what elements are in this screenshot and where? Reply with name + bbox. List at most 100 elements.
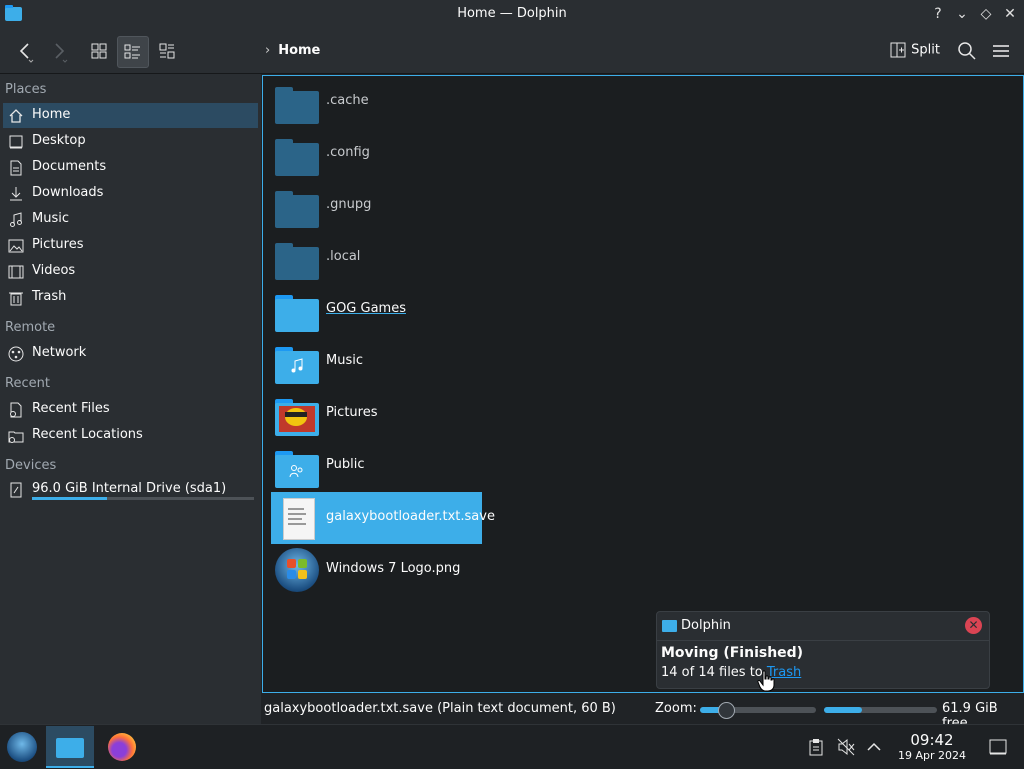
split-label: Split [911, 42, 940, 58]
split-icon [890, 42, 906, 58]
places-panel: Places Home Desktop Documents Downloads … [0, 74, 261, 724]
folder-icon [275, 132, 319, 176]
sidebar-item-documents[interactable]: Documents [3, 155, 258, 180]
file-view[interactable]: .cache .config .gnupg .local GOG Games M… [262, 75, 1024, 693]
sidebar-item-trash[interactable]: Trash [3, 285, 258, 310]
file-name: Pictures [326, 405, 378, 420]
chevron-up-icon[interactable] [866, 740, 882, 754]
notification-popup[interactable]: Dolphin ✕ Moving (Finished) 14 of 14 fil… [656, 611, 990, 692]
sidebar-item-recent-files[interactable]: Recent Files [3, 397, 258, 422]
window-title: Home — Dolphin [457, 6, 567, 21]
search-button[interactable] [952, 36, 982, 66]
file-item-selected[interactable]: galaxybootloader.txt.save [271, 492, 495, 544]
sidebar-item-recent-locations[interactable]: Recent Locations [3, 423, 258, 448]
sidebar-item-downloads[interactable]: Downloads [3, 181, 258, 206]
show-desktop-icon[interactable] [989, 738, 1007, 756]
sidebar-item-label: Videos [32, 263, 76, 278]
notification-body: 14 of 14 files to Trash [661, 665, 801, 680]
windows-logo-image-icon [275, 548, 319, 592]
search-icon [958, 42, 976, 60]
videos-icon [8, 265, 24, 279]
file-name: Music [326, 353, 363, 368]
sidebar-item-videos[interactable]: Videos [3, 259, 258, 284]
icons-view-button[interactable] [84, 36, 114, 66]
sidebar-item-label: Music [32, 211, 69, 226]
network-icon [8, 346, 24, 362]
split-button[interactable]: Split [889, 41, 940, 59]
sidebar-item-label: Documents [32, 159, 107, 174]
close-icon[interactable]: ✕ [1001, 5, 1019, 23]
notification-app-name: Dolphin [681, 618, 731, 633]
zoom-label: Zoom: [655, 701, 697, 716]
compact-view-button[interactable] [117, 36, 149, 68]
file-item[interactable]: Music [271, 336, 371, 388]
volume-muted-icon[interactable] [837, 738, 855, 756]
application-launcher[interactable] [0, 726, 48, 768]
breadcrumb-home[interactable]: Home [278, 43, 320, 58]
taskbar-dolphin[interactable] [46, 726, 94, 768]
file-item[interactable]: Public [271, 440, 371, 492]
sidebar-item-label: Network [32, 345, 87, 360]
file-name: GOG Games [326, 301, 406, 316]
clock-date[interactable]: 19 Apr 2024 [890, 749, 974, 762]
close-notification-button[interactable]: ✕ [965, 617, 982, 634]
taskbar-firefox[interactable] [98, 726, 146, 768]
folder-icon [275, 80, 319, 124]
file-item[interactable]: GOG Games [271, 284, 406, 336]
recent-locations-icon [8, 431, 24, 443]
file-name: .gnupg [326, 197, 372, 212]
music-note-icon [10, 212, 22, 227]
details-view-icon [159, 43, 175, 59]
sidebar-item-network[interactable]: Network [3, 341, 258, 366]
sidebar-item-label: Pictures [32, 237, 84, 252]
sidebar-item-music[interactable]: Music [3, 207, 258, 232]
sidebar-item-label: Recent Files [32, 401, 110, 416]
help-icon[interactable]: ? [929, 5, 947, 23]
dolphin-icon [662, 620, 677, 632]
downloads-icon [10, 187, 22, 201]
sidebar-item-label: 96.0 GiB Internal Drive (sda1) [32, 481, 227, 496]
forward-button[interactable] [44, 36, 74, 66]
desktop-icon [9, 135, 23, 149]
forward-arrow-icon [55, 43, 68, 63]
breadcrumb[interactable]: › Home [265, 43, 320, 58]
file-name: Public [326, 457, 365, 472]
back-button[interactable] [10, 36, 40, 66]
sidebar-item-pictures[interactable]: Pictures [3, 233, 258, 258]
file-name: .cache [326, 93, 369, 108]
hamburger-menu-icon [993, 45, 1009, 57]
sidebar-item-label: Trash [32, 289, 67, 304]
firefox-icon [108, 733, 136, 761]
home-icon [9, 109, 23, 123]
sidebar-item-home[interactable]: Home [3, 103, 258, 128]
section-devices: Devices [5, 458, 57, 473]
maximize-icon[interactable]: ◇ [977, 5, 995, 23]
drive-usage-fill [32, 497, 108, 500]
minimize-icon[interactable]: ⌄ [953, 5, 971, 23]
file-item[interactable]: Pictures [271, 388, 377, 440]
music-folder-icon [275, 340, 319, 384]
taskbar: 09:42 19 Apr 2024 [0, 724, 1024, 769]
details-view-button[interactable] [152, 36, 182, 66]
notification-title: Moving (Finished) [661, 645, 804, 661]
trash-icon [9, 292, 23, 306]
clipboard-icon[interactable] [808, 738, 824, 756]
zoom-slider-handle[interactable] [717, 702, 735, 719]
grid-view-icon [91, 43, 107, 59]
dolphin-folder-icon [56, 738, 84, 758]
file-item[interactable]: .cache [271, 76, 369, 128]
back-arrow-icon [19, 43, 34, 63]
clock-time[interactable]: 09:42 [890, 731, 974, 749]
file-name: galaxybootloader.txt.save [326, 509, 495, 524]
sidebar-item-desktop[interactable]: Desktop [3, 129, 258, 154]
status-bar: galaxybootloader.txt.save (Plain text do… [0, 693, 1024, 731]
file-item[interactable]: .local [271, 232, 360, 284]
zoom-slider[interactable] [700, 702, 816, 719]
file-item[interactable]: .config [271, 128, 370, 180]
menu-button[interactable] [986, 36, 1016, 66]
file-item[interactable]: Windows 7 Logo.png [271, 544, 461, 596]
file-item[interactable]: .gnupg [271, 180, 371, 232]
compact-view-icon [124, 44, 140, 59]
title-bar: Home — Dolphin ? ⌄ ◇ ✕ [0, 0, 1024, 29]
free-space-fill [824, 707, 863, 713]
